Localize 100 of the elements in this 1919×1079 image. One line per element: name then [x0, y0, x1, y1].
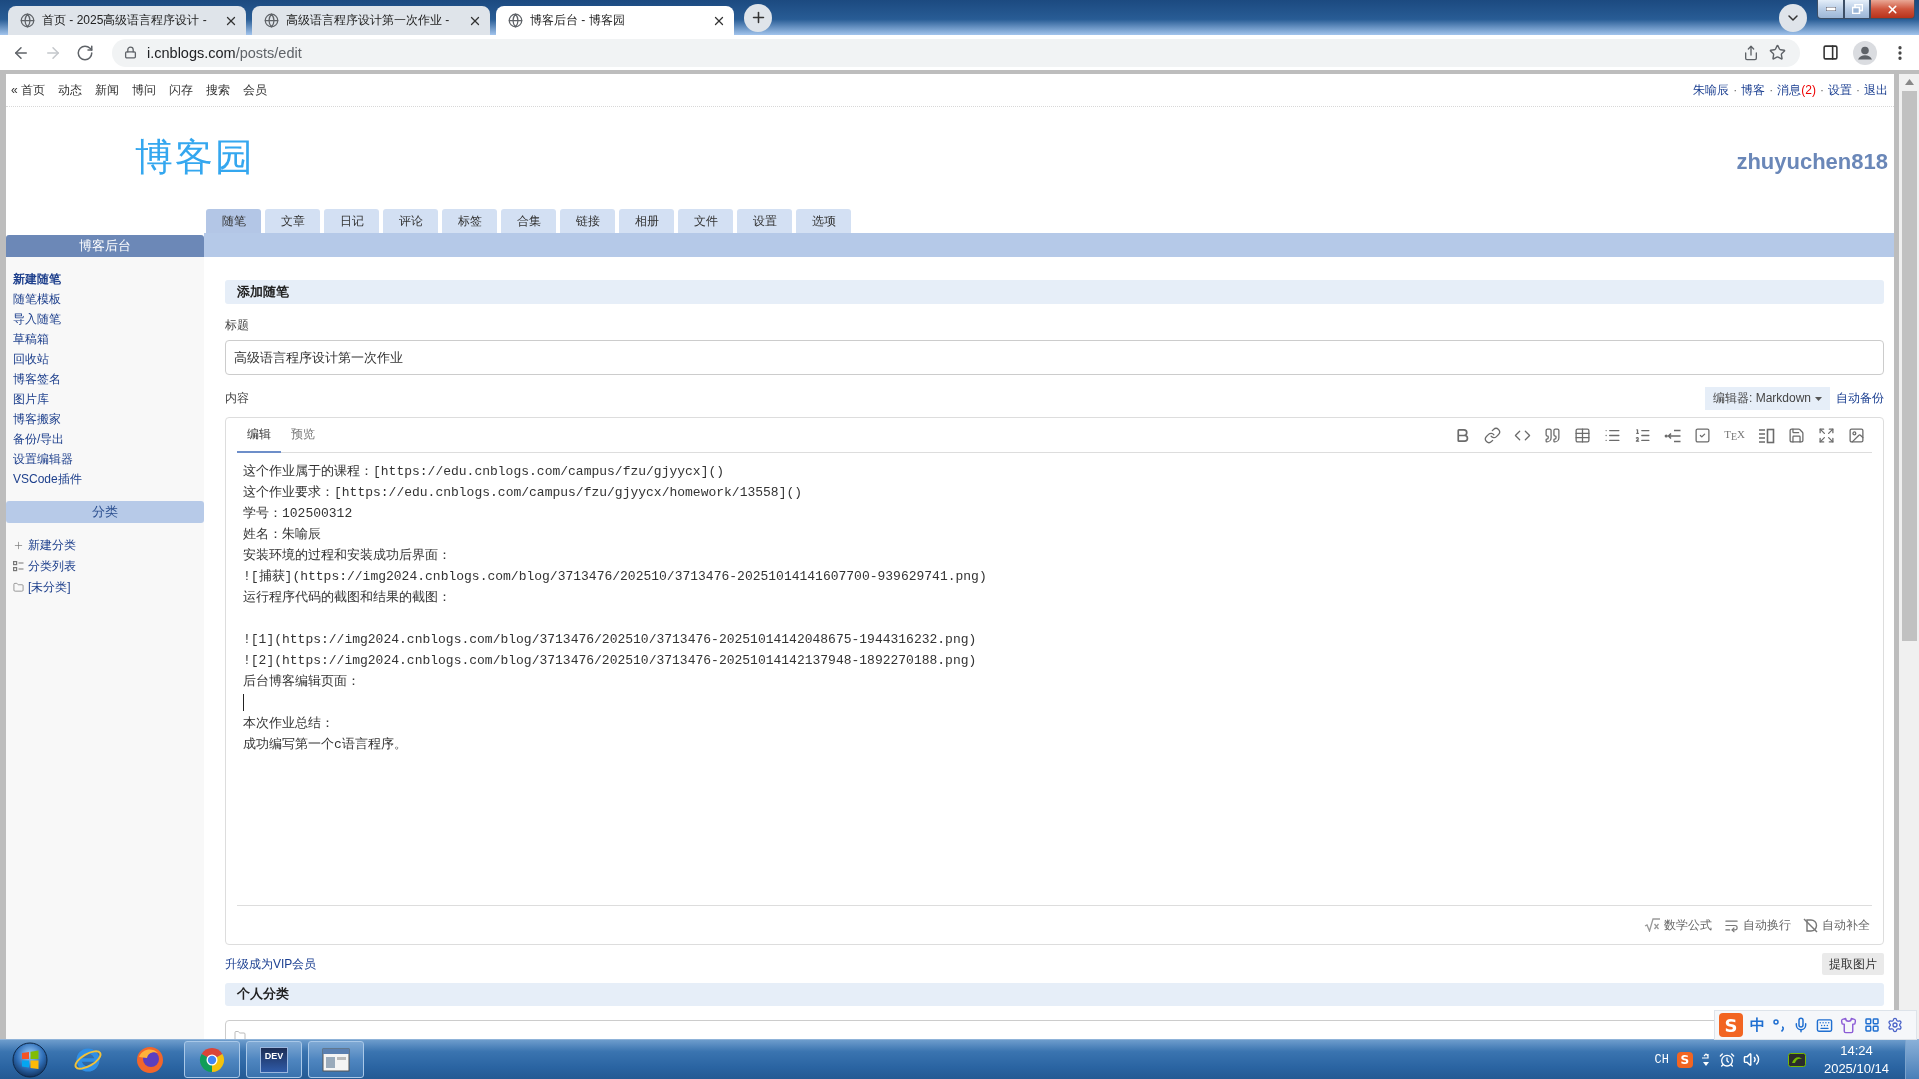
editor-tab[interactable]: 编辑 [237, 418, 281, 453]
nav-tab[interactable]: 文章 [265, 209, 320, 233]
sidebar-link[interactable]: 博客签名 [13, 369, 61, 389]
alarm-clock-icon[interactable] [1718, 1051, 1735, 1068]
sidebar-link[interactable]: 导入随笔 [13, 309, 61, 329]
window-icon [322, 1047, 350, 1072]
extract-images-button[interactable]: 提取图片 [1822, 953, 1884, 975]
checkbox-icon[interactable] [1694, 426, 1712, 444]
nav-link[interactable]: 搜索 [206, 82, 230, 97]
editor-tab[interactable]: 预览 [281, 418, 325, 453]
plus-icon [13, 540, 24, 551]
tab-search-button[interactable] [1779, 3, 1807, 32]
microphone-icon[interactable] [1793, 1017, 1809, 1033]
nav-tab[interactable]: 评论 [383, 209, 438, 233]
close-window-button[interactable] [1870, 0, 1915, 19]
user-link[interactable]: 博客 [1741, 81, 1766, 99]
quote-icon[interactable] [1544, 426, 1562, 444]
sidebar-link[interactable]: 备份/导出 [13, 429, 65, 449]
language-indicator[interactable]: CH [1654, 1052, 1669, 1067]
chip-icon[interactable] [1787, 1052, 1806, 1067]
image-icon[interactable] [1848, 426, 1865, 444]
nav-tab[interactable]: 相册 [619, 209, 674, 233]
nav-tab[interactable]: 日记 [324, 209, 379, 233]
editor-line: ![1](https://img2024.cnblogs.com/blog/3713476/202510/3713476-20251014142048675-1944316232.png) [243, 631, 977, 649]
sidebar-link[interactable]: 设置编辑器 [13, 449, 73, 469]
auto-backup-link[interactable]: 自动备份 [1836, 390, 1884, 407]
sidebar-link[interactable]: 新建随笔 [13, 269, 61, 289]
editor-option-toggle[interactable]: 自动换行 [1724, 916, 1791, 934]
category-link[interactable]: [未分类] [13, 577, 71, 598]
input-mode-toggle[interactable]: 中 [1750, 1015, 1765, 1035]
start-orb-icon[interactable] [12, 1041, 48, 1078]
nav-link[interactable]: 新闻 [95, 82, 119, 97]
taskbar-app-button[interactable] [184, 1041, 240, 1078]
sidebar-link[interactable]: 草稿箱 [13, 329, 49, 349]
nav-link[interactable]: 闪存 [169, 82, 193, 97]
slashed-icon [1803, 917, 1818, 933]
taskbar-app-button[interactable] [308, 1041, 364, 1078]
profile-avatar-icon[interactable] [1853, 40, 1877, 65]
nav-tab[interactable]: 链接 [560, 209, 615, 233]
settings-icon[interactable] [1887, 1017, 1903, 1033]
vertical-scrollbar[interactable] [1899, 74, 1919, 1039]
nav-tab[interactable]: 随笔 [206, 209, 261, 233]
star-icon[interactable] [1769, 44, 1786, 61]
sidebar-link[interactable]: 博客搬家 [13, 409, 61, 429]
scroll-up-icon[interactable] [1904, 79, 1914, 85]
grid-icon[interactable] [1864, 1017, 1880, 1033]
title-input[interactable]: 高级语言程序设计第一次作业 [225, 340, 1884, 375]
punctuation-icon[interactable] [1772, 1018, 1786, 1032]
editor-line: 成功编写第一个c语言程序。 [243, 736, 407, 754]
nav-tab[interactable]: 设置 [737, 209, 792, 233]
new-tab-button[interactable] [744, 3, 772, 32]
user-link[interactable]: 退出 [1864, 81, 1888, 99]
nav-tab[interactable]: 文件 [678, 209, 733, 233]
scrollbar-thumb[interactable] [1901, 91, 1917, 641]
user-link[interactable]: 朱喻辰 [1693, 81, 1730, 99]
speaker-icon[interactable] [1742, 1051, 1760, 1068]
fullscreen-icon[interactable] [1818, 426, 1835, 444]
keyboard-icon[interactable] [1816, 1016, 1833, 1034]
editor-option-toggle[interactable]: 自动补全 [1803, 916, 1870, 934]
browser-tab[interactable]: 博客后台 - 博客园 [496, 6, 734, 35]
minimize-button[interactable] [1817, 0, 1844, 19]
numbered-list-icon[interactable] [1634, 426, 1652, 444]
table-icon[interactable] [1574, 426, 1592, 444]
editor-line: ![捕获](https://img2024.cnblogs.com/blog/3713476/202510/3713476-20251014141607700-939629741.png) [243, 568, 987, 586]
browser-tab[interactable]: 高级语言程序设计第一次作业 - [252, 6, 490, 35]
editor-select[interactable]: 编辑器: Markdown [1704, 387, 1830, 410]
split-view-icon[interactable] [1758, 426, 1775, 444]
shirt-icon[interactable] [1840, 1016, 1857, 1034]
reload-icon[interactable] [76, 43, 94, 62]
sidebar-link[interactable]: 图片库 [13, 389, 49, 409]
editor-line: 这个作业属于的课程：[https://edu.cnblogs.com/campus/fzu/gjyycx]() [243, 463, 725, 481]
browser-tab[interactable]: 首页 - 2025高级语言程序设计 - [8, 6, 246, 35]
save-icon[interactable] [1788, 426, 1805, 444]
nav-tab[interactable]: 合集 [501, 209, 556, 233]
share-icon[interactable] [1743, 44, 1759, 61]
user-link[interactable]: 设置 [1828, 81, 1852, 99]
taskbar-app-button[interactable]: DEV [246, 1041, 302, 1078]
editor-option-toggle[interactable]: 数学公式 [1644, 916, 1712, 934]
address-bar[interactable]: i.cnblogs.com/posts/edit [112, 38, 1800, 67]
link-icon[interactable] [1484, 426, 1502, 444]
arrow-icon[interactable] [1700, 1052, 1711, 1067]
nav-tab[interactable]: 标签 [442, 209, 497, 233]
editor-line: 学号：102500312 [243, 505, 353, 523]
category-link[interactable]: 分类列表 [13, 556, 76, 577]
sidebar-link[interactable]: VSCode插件 [13, 469, 82, 489]
globe-icon [20, 13, 35, 28]
nav-link[interactable]: 博问 [132, 82, 156, 97]
nav-link[interactable]: « 首页 [11, 82, 45, 97]
restore-button[interactable] [1844, 0, 1870, 19]
vip-link[interactable]: 升级成为VIP会员 [225, 955, 317, 973]
category-link[interactable]: 新建分类 [13, 535, 76, 556]
editor-line: 运行程序代码的截图和结果的截图： [243, 589, 451, 607]
editor-line: 这个作业要求：[https://edu.cnblogs.com/campus/fzu/gjyycx/homework/13558]() [243, 484, 803, 502]
sidebar-link[interactable]: 回收站 [13, 349, 49, 369]
sidebar-link[interactable]: 随笔模板 [13, 289, 61, 309]
user-link[interactable]: 消息(2) [1777, 81, 1816, 99]
side-panel-icon[interactable] [1822, 44, 1839, 61]
nav-link[interactable]: 会员 [243, 82, 267, 97]
nav-tab[interactable]: 选项 [796, 209, 851, 233]
nav-link[interactable]: 动态 [58, 82, 82, 97]
